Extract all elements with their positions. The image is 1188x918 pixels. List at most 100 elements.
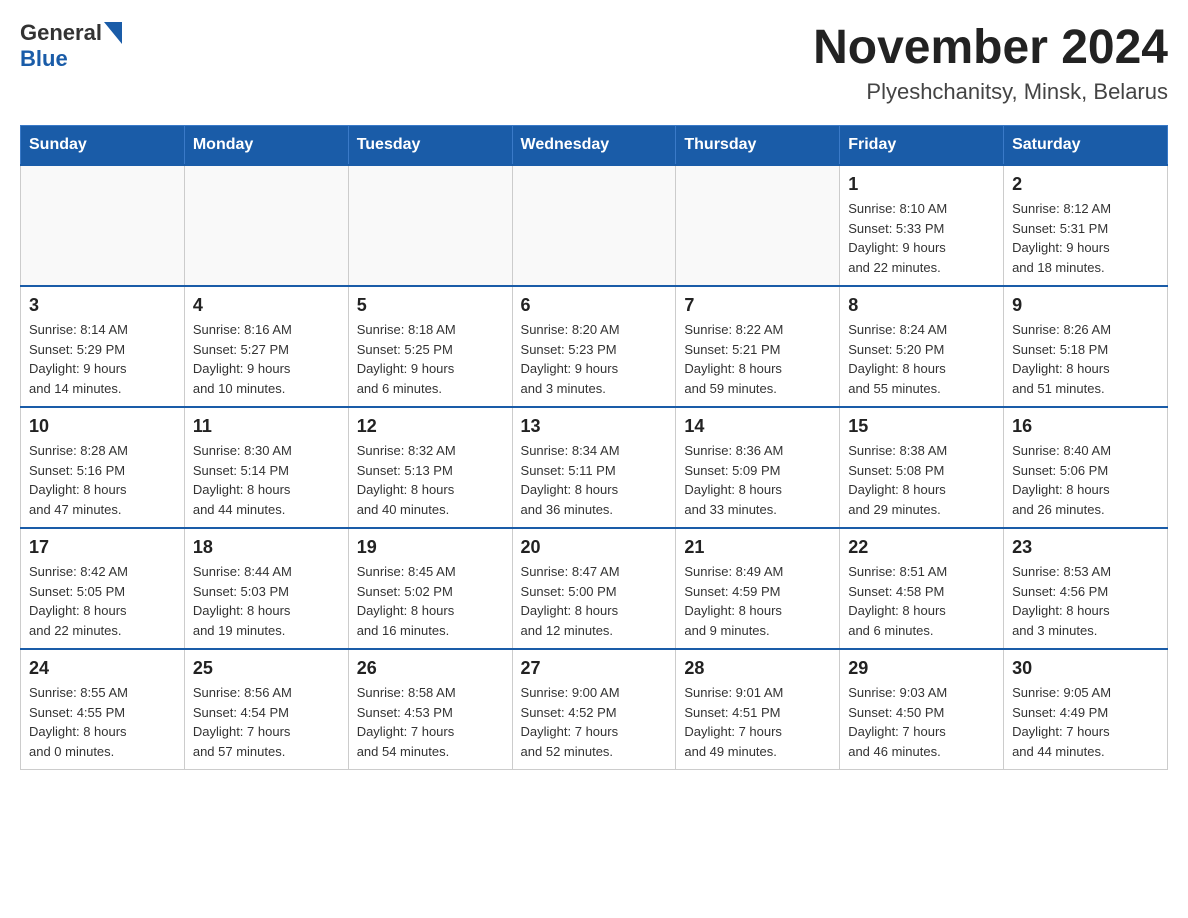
day-number: 23 [1012, 537, 1159, 558]
day-number: 7 [684, 295, 831, 316]
day-number: 14 [684, 416, 831, 437]
calendar-cell: 13 Sunrise: 8:34 AMSunset: 5:11 PMDayligh… [512, 407, 676, 528]
calendar-cell: 8Sunrise: 8:24 AMSunset: 5:20 PMDaylight… [840, 286, 1004, 407]
day-info: Sunrise: 9:01 AMSunset: 4:51 PMDaylight:… [684, 683, 831, 761]
day-number: 20 [521, 537, 668, 558]
week-row-1: 1 Sunrise: 8:10 AMSunset: 5:33 PMDaylight… [21, 165, 1168, 286]
location-subtitle: Plyeshchanitsy, Minsk, Belarus [813, 79, 1168, 105]
day-info: Sunrise: 8:40 AMSunset: 5:06 PMDaylight:… [1012, 441, 1159, 519]
calendar-cell: 19 Sunrise: 8:45 AMSunset: 5:02 PMDayligh… [348, 528, 512, 649]
day-info: Sunrise: 8:56 AMSunset: 4:54 PMDaylight:… [193, 683, 340, 761]
day-number: 18 [193, 537, 340, 558]
days-header-row: SundayMondayTuesdayWednesdayThursdayFrid… [21, 126, 1168, 166]
title-section: November 2024 Plyeshchanitsy, Minsk, Bel… [813, 20, 1168, 105]
day-info: Sunrise: 9:05 AMSunset: 4:49 PMDaylight:… [1012, 683, 1159, 761]
day-info: Sunrise: 8:45 AMSunset: 5:02 PMDaylight:… [357, 562, 504, 640]
calendar-cell [348, 165, 512, 286]
day-number: 16 [1012, 416, 1159, 437]
day-number: 29 [848, 658, 995, 679]
calendar-cell: 21 Sunrise: 8:49 AMSunset: 4:59 PMDayligh… [676, 528, 840, 649]
calendar-cell: 16 Sunrise: 8:40 AMSunset: 5:06 PMDayligh… [1004, 407, 1168, 528]
day-info: Sunrise: 8:44 AMSunset: 5:03 PMDaylight:… [193, 562, 340, 640]
column-header-sunday: Sunday [21, 126, 185, 166]
day-info: Sunrise: 8:14 AMSunset: 5:29 PMDaylight:… [29, 320, 176, 398]
day-info: Sunrise: 8:18 AMSunset: 5:25 PMDaylight:… [357, 320, 504, 398]
calendar-cell [21, 165, 185, 286]
day-number: 22 [848, 537, 995, 558]
week-row-4: 17 Sunrise: 8:42 AMSunset: 5:05 PMDayligh… [21, 528, 1168, 649]
day-info: Sunrise: 8:38 AMSunset: 5:08 PMDaylight:… [848, 441, 995, 519]
page-header: General Blue November 2024 Plyeshchanits… [20, 20, 1168, 105]
calendar-table: SundayMondayTuesdayWednesdayThursdayFrid… [20, 125, 1168, 770]
day-number: 13 [521, 416, 668, 437]
column-header-saturday: Saturday [1004, 126, 1168, 166]
calendar-cell: 22Sunrise: 8:51 AMSunset: 4:58 PMDayligh… [840, 528, 1004, 649]
calendar-cell: 2 Sunrise: 8:12 AMSunset: 5:31 PMDaylight… [1004, 165, 1168, 286]
day-number: 3 [29, 295, 176, 316]
day-number: 6 [521, 295, 668, 316]
column-header-tuesday: Tuesday [348, 126, 512, 166]
column-header-wednesday: Wednesday [512, 126, 676, 166]
calendar-cell: 11Sunrise: 8:30 AMSunset: 5:14 PMDayligh… [184, 407, 348, 528]
calendar-cell: 9 Sunrise: 8:26 AMSunset: 5:18 PMDaylight… [1004, 286, 1168, 407]
day-info: Sunrise: 8:26 AMSunset: 5:18 PMDaylight:… [1012, 320, 1159, 398]
day-number: 2 [1012, 174, 1159, 195]
logo-triangle-icon [104, 22, 122, 44]
calendar-cell: 5Sunrise: 8:18 AMSunset: 5:25 PMDaylight… [348, 286, 512, 407]
calendar-cell: 7 Sunrise: 8:22 AMSunset: 5:21 PMDaylight… [676, 286, 840, 407]
day-number: 4 [193, 295, 340, 316]
day-number: 9 [1012, 295, 1159, 316]
day-info: Sunrise: 8:24 AMSunset: 5:20 PMDaylight:… [848, 320, 995, 398]
day-info: Sunrise: 8:10 AMSunset: 5:33 PMDaylight:… [848, 199, 995, 277]
day-info: Sunrise: 8:12 AMSunset: 5:31 PMDaylight:… [1012, 199, 1159, 277]
day-number: 25 [193, 658, 340, 679]
day-number: 10 [29, 416, 176, 437]
calendar-cell: 25 Sunrise: 8:56 AMSunset: 4:54 PMDayligh… [184, 649, 348, 770]
day-number: 21 [684, 537, 831, 558]
week-row-5: 24 Sunrise: 8:55 AMSunset: 4:55 PMDayligh… [21, 649, 1168, 770]
calendar-cell: 26 Sunrise: 8:58 AMSunset: 4:53 PMDayligh… [348, 649, 512, 770]
day-info: Sunrise: 8:42 AMSunset: 5:05 PMDaylight:… [29, 562, 176, 640]
day-info: Sunrise: 8:34 AMSunset: 5:11 PMDaylight:… [521, 441, 668, 519]
day-info: Sunrise: 8:32 AMSunset: 5:13 PMDaylight:… [357, 441, 504, 519]
day-number: 19 [357, 537, 504, 558]
calendar-cell: 1 Sunrise: 8:10 AMSunset: 5:33 PMDaylight… [840, 165, 1004, 286]
day-number: 26 [357, 658, 504, 679]
day-info: Sunrise: 8:36 AMSunset: 5:09 PMDaylight:… [684, 441, 831, 519]
day-number: 12 [357, 416, 504, 437]
day-info: Sunrise: 8:20 AMSunset: 5:23 PMDaylight:… [521, 320, 668, 398]
day-info: Sunrise: 9:03 AMSunset: 4:50 PMDaylight:… [848, 683, 995, 761]
month-title: November 2024 [813, 20, 1168, 75]
day-info: Sunrise: 8:58 AMSunset: 4:53 PMDaylight:… [357, 683, 504, 761]
day-info: Sunrise: 8:47 AMSunset: 5:00 PMDaylight:… [521, 562, 668, 640]
day-info: Sunrise: 8:49 AMSunset: 4:59 PMDaylight:… [684, 562, 831, 640]
day-info: Sunrise: 8:30 AMSunset: 5:14 PMDaylight:… [193, 441, 340, 519]
calendar-cell: 3 Sunrise: 8:14 AMSunset: 5:29 PMDaylight… [21, 286, 185, 407]
column-header-thursday: Thursday [676, 126, 840, 166]
calendar-cell [512, 165, 676, 286]
week-row-3: 10 Sunrise: 8:28 AMSunset: 5:16 PMDayligh… [21, 407, 1168, 528]
calendar-cell [676, 165, 840, 286]
day-number: 17 [29, 537, 176, 558]
day-number: 24 [29, 658, 176, 679]
calendar-cell: 30Sunrise: 9:05 AMSunset: 4:49 PMDayligh… [1004, 649, 1168, 770]
calendar-cell: 24 Sunrise: 8:55 AMSunset: 4:55 PMDayligh… [21, 649, 185, 770]
day-info: Sunrise: 8:16 AMSunset: 5:27 PMDaylight:… [193, 320, 340, 398]
day-info: Sunrise: 8:22 AMSunset: 5:21 PMDaylight:… [684, 320, 831, 398]
calendar-cell: 18 Sunrise: 8:44 AMSunset: 5:03 PMDayligh… [184, 528, 348, 649]
calendar-cell: 17 Sunrise: 8:42 AMSunset: 5:05 PMDayligh… [21, 528, 185, 649]
calendar-cell: 15Sunrise: 8:38 AMSunset: 5:08 PMDayligh… [840, 407, 1004, 528]
calendar-cell: 14 Sunrise: 8:36 AMSunset: 5:09 PMDayligh… [676, 407, 840, 528]
day-number: 27 [521, 658, 668, 679]
calendar-cell: 12 Sunrise: 8:32 AMSunset: 5:13 PMDayligh… [348, 407, 512, 528]
calendar-cell: 10 Sunrise: 8:28 AMSunset: 5:16 PMDayligh… [21, 407, 185, 528]
calendar-cell: 6 Sunrise: 8:20 AMSunset: 5:23 PMDaylight… [512, 286, 676, 407]
calendar-cell: 23Sunrise: 8:53 AMSunset: 4:56 PMDayligh… [1004, 528, 1168, 649]
day-info: Sunrise: 9:00 AMSunset: 4:52 PMDaylight:… [521, 683, 668, 761]
calendar-cell: 4 Sunrise: 8:16 AMSunset: 5:27 PMDaylight… [184, 286, 348, 407]
day-number: 1 [848, 174, 995, 195]
day-info: Sunrise: 8:28 AMSunset: 5:16 PMDaylight:… [29, 441, 176, 519]
day-info: Sunrise: 8:55 AMSunset: 4:55 PMDaylight:… [29, 683, 176, 761]
logo-general-text: General [20, 20, 102, 46]
week-row-2: 3 Sunrise: 8:14 AMSunset: 5:29 PMDaylight… [21, 286, 1168, 407]
